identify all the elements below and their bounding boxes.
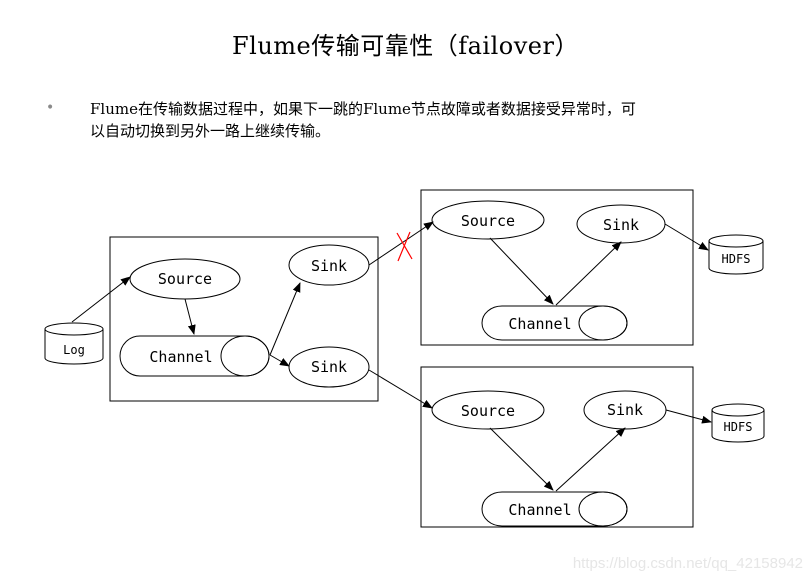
agent3-sink-label: Sink (607, 401, 643, 419)
watermark: https://blog.csdn.net/qq_42158942 (572, 555, 803, 572)
failover-diagram: Log Source Channel Sink Sink Source Sink… (44, 189, 765, 528)
arrow-sink1-to-agent2 (368, 221, 434, 266)
failure-x-icon (396, 231, 413, 262)
arrow-channel-to-sink2 (269, 354, 290, 367)
arrow-agent2-sink-to-hdfs (664, 223, 709, 251)
arrow-agent2-channel-to-sink (555, 241, 622, 306)
agent1-channel-label: Channel (149, 348, 212, 366)
hdfs-label-1: HDFS (722, 252, 751, 266)
arrow-agent3-channel-to-sink (555, 427, 626, 492)
arrow-channel-to-sink1 (269, 282, 301, 356)
agent1-sink1-label: Sink (311, 257, 347, 275)
agent2-sink-label: Sink (603, 216, 639, 234)
agent2-channel-label: Channel (508, 315, 571, 333)
arrow-agent3-sink-to-hdfs (665, 409, 712, 424)
agent3-channel-label: Channel (508, 501, 571, 519)
agent2-source-label: Source (461, 212, 515, 230)
arrow-log-to-source (71, 276, 131, 323)
hdfs-label-2: HDFS (724, 420, 753, 434)
agent1-sink2-label: Sink (311, 358, 347, 376)
agent1-source-label: Source (158, 270, 212, 288)
arrow-agent3-source-to-channel (489, 427, 554, 491)
agent3-source-label: Source (461, 402, 515, 420)
arrow-agent2-source-to-channel (489, 237, 554, 305)
arrow-source-to-channel (184, 298, 196, 335)
log-label: Log (63, 343, 85, 357)
